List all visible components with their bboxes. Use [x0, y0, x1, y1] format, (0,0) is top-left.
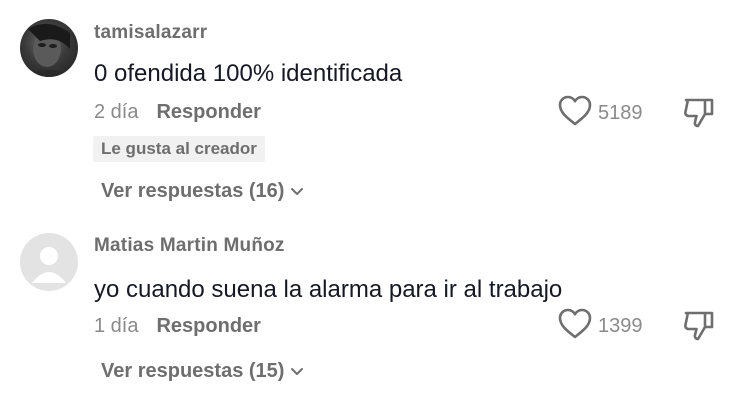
like-button[interactable]: 5189 [558, 95, 643, 132]
avatar[interactable] [20, 19, 78, 77]
comment-meta: 2 día Responder [94, 101, 261, 124]
chevron-down-icon [290, 360, 304, 383]
comment-username[interactable]: Matias Martin Muñoz [94, 235, 285, 257]
comment-timestamp: 2 día [94, 101, 139, 123]
comment-meta: 1 día Responder [94, 315, 261, 338]
like-count: 5189 [598, 102, 643, 124]
view-replies-label: Ver respuestas (16) [101, 180, 285, 202]
thumbs-down-icon [682, 311, 716, 347]
comment-username[interactable]: tamisalazarr [94, 22, 207, 44]
creator-liked-badge: Le gusta al creador [93, 136, 265, 162]
heart-icon [558, 95, 592, 132]
dislike-button[interactable] [682, 96, 716, 135]
avatar-photo [24, 23, 74, 77]
comment-item: Matias Martin Muñoz yo cuando suena la a… [0, 220, 740, 405]
comment-text: 0 ofendida 100% identificada [94, 60, 403, 87]
thumbs-down-icon [682, 98, 716, 134]
view-replies-label: Ver respuestas (15) [101, 360, 285, 382]
dislike-button[interactable] [682, 309, 716, 348]
chevron-down-icon [290, 180, 304, 203]
comment-timestamp: 1 día [94, 315, 139, 337]
comment-item: tamisalazarr 0 ofendida 100% identificad… [0, 0, 740, 220]
reply-button[interactable]: Responder [156, 315, 260, 337]
avatar[interactable] [20, 233, 78, 291]
like-count: 1399 [598, 315, 643, 337]
view-replies-button[interactable]: Ver respuestas (15) [101, 360, 304, 383]
default-avatar-icon [32, 247, 66, 283]
reply-button[interactable]: Responder [156, 101, 260, 123]
heart-icon [558, 308, 592, 345]
like-button[interactable]: 1399 [558, 308, 643, 345]
comment-text: yo cuando suena la alarma para ir al tra… [94, 276, 563, 303]
view-replies-button[interactable]: Ver respuestas (16) [101, 180, 304, 203]
